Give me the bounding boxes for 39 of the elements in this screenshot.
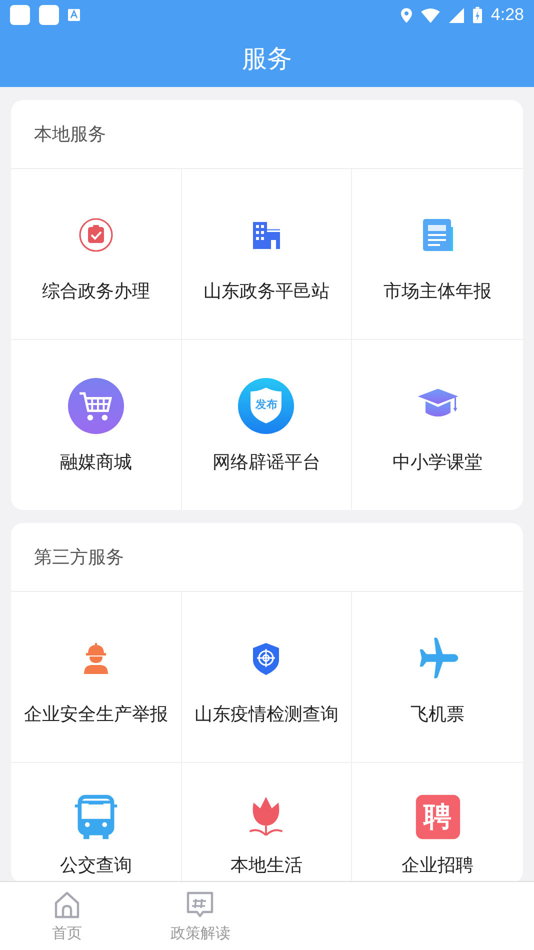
shield-icon — [237, 377, 296, 435]
service-label: 公交查询 — [60, 854, 132, 877]
service-label: 企业招聘 — [402, 854, 474, 877]
service-label: 山东疫情检测查询 — [194, 703, 338, 726]
section-title: 第三方服务 — [11, 523, 523, 592]
service-label: 企业安全生产举报 — [24, 703, 168, 726]
page-title: 服务 — [242, 43, 292, 75]
service-tile[interactable]: 融媒商城 — [11, 340, 182, 510]
service-tile[interactable]: 综合政务办理 — [11, 169, 182, 340]
notification-icon — [39, 5, 59, 25]
service-label: 山东政务平邑站 — [203, 280, 330, 303]
hashtag-chat-icon — [185, 890, 216, 920]
service-tile[interactable]: 企业安全生产举报 — [11, 592, 182, 763]
location-icon — [400, 8, 412, 22]
service-label: 飞机票 — [410, 703, 465, 726]
battery-icon — [472, 6, 482, 24]
service-tile[interactable]: 中小学课堂 — [352, 340, 523, 510]
service-label: 本地生活 — [230, 854, 302, 877]
icon-label: 聘 — [424, 800, 452, 834]
shopping-cart-icon — [66, 377, 125, 435]
keyboard-icon — [68, 9, 80, 21]
notification-icon — [10, 5, 30, 25]
service-label: 网络辟谣平台 — [212, 451, 320, 474]
icon-label: 发布 — [255, 397, 278, 412]
service-label: 市场主体年报 — [384, 280, 492, 303]
service-tile[interactable]: 发布 网络辟谣平台 — [182, 340, 352, 510]
service-tile[interactable]: 山东疫情检测查询 — [182, 592, 352, 763]
service-tile[interactable]: 市场主体年报 — [352, 169, 523, 340]
status-time: 4:28 — [490, 5, 524, 25]
service-label: 综合政务办理 — [42, 280, 150, 303]
service-label: 中小学课堂 — [392, 451, 483, 474]
service-tile[interactable]: 聘 企业招聘 — [352, 763, 523, 881]
service-tile[interactable]: 飞机票 — [352, 592, 523, 763]
signal-icon — [448, 8, 464, 22]
hiring-icon — [414, 793, 462, 841]
service-label: 融媒商城 — [60, 451, 132, 474]
service-tile[interactable]: 山东政务平邑站 — [182, 169, 352, 340]
wifi-icon — [420, 8, 440, 22]
section-title: 本地服务 — [11, 100, 523, 169]
